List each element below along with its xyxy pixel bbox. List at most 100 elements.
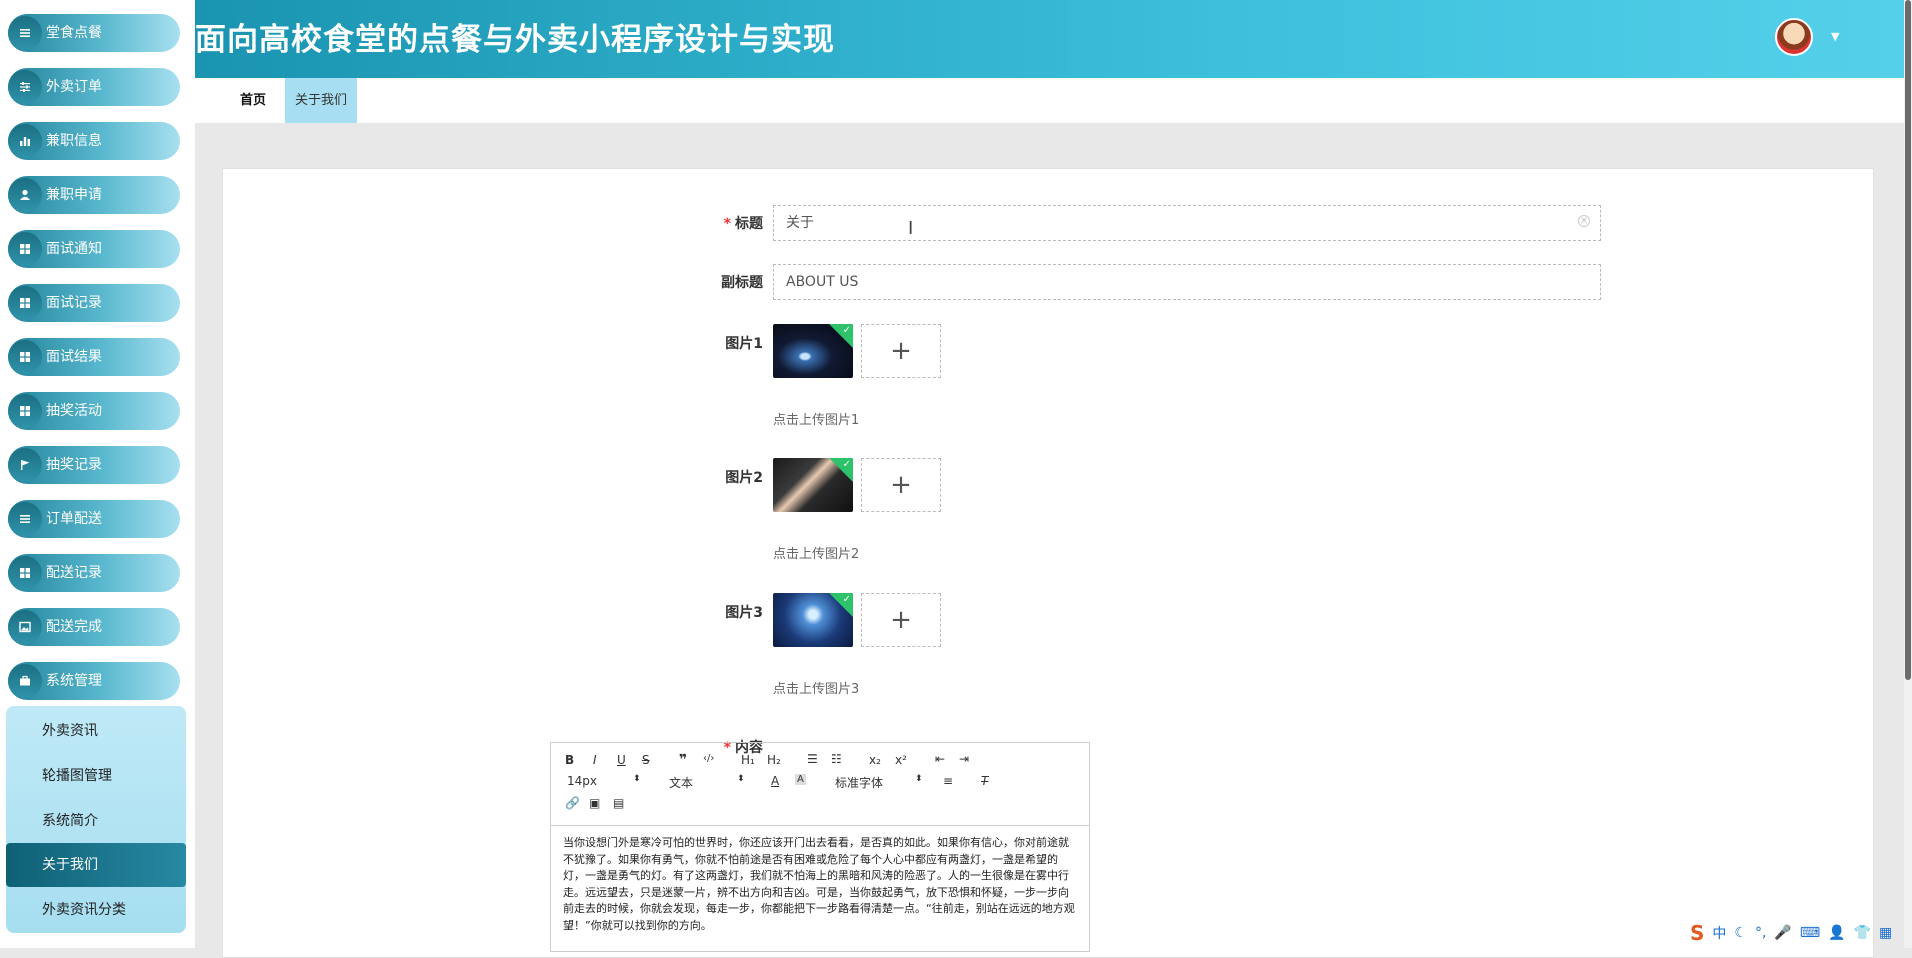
select-arrows-icon: ⬍ xyxy=(633,774,641,784)
sidebar-item-lottery-records[interactable]: 抽奖记录 xyxy=(8,446,180,484)
microphone-icon[interactable]: 🎤 xyxy=(1774,925,1791,941)
sidebar: 堂食点餐 外卖订单 兼职信息 兼职申请 面试通知 面试记录 面试结果 抽奖活动 … xyxy=(0,0,195,948)
h2-button[interactable]: H₂ xyxy=(767,753,781,767)
moon-icon[interactable]: ☾ xyxy=(1734,925,1747,941)
sidebar-item-interview-notice[interactable]: 面试通知 xyxy=(8,230,180,268)
clear-format-icon[interactable]: T xyxy=(981,774,988,788)
tab-bar: 首页 关于我们 xyxy=(195,78,1907,123)
sidebar-item-label: 系统管理 xyxy=(46,673,102,689)
grid-icon xyxy=(8,394,42,428)
sidebar-item-system-management[interactable]: 系统管理 xyxy=(8,662,180,700)
required-mark: * xyxy=(723,216,731,232)
ordered-list-icon[interactable]: ☰ xyxy=(807,752,818,766)
subtitle-input[interactable]: ABOUT US xyxy=(773,264,1601,300)
clear-icon[interactable]: × xyxy=(1578,215,1590,227)
image1-upload-button[interactable]: + xyxy=(861,324,941,378)
flag-icon xyxy=(8,448,42,482)
grid-icon xyxy=(8,340,42,374)
tab-home[interactable]: 首页 xyxy=(225,78,281,123)
font-color-icon[interactable]: A xyxy=(771,774,779,788)
align-icon[interactable]: ≡ xyxy=(943,774,953,788)
avatar[interactable] xyxy=(1775,18,1813,56)
code-block-button[interactable]: ‹/› xyxy=(703,753,714,764)
sidebar-item-order-delivery[interactable]: 订单配送 xyxy=(8,500,180,538)
sidebar-item-delivery-complete[interactable]: 配送完成 xyxy=(8,608,180,646)
editor-toolbar: B I U S ❞ ‹/› H₁ H₂ ☰ ☷ x₂ x² ⇤ ⇥ 14px ⬍… xyxy=(551,743,1089,826)
submenu-item-takeout-news[interactable]: 外卖资讯 xyxy=(6,709,186,753)
sidebar-item-takeout-orders[interactable]: 外卖订单 xyxy=(8,68,180,106)
image2-thumbnail[interactable]: ✓ xyxy=(773,458,853,512)
app-title: 面向高校食堂的点餐与外卖小程序设计与实现 xyxy=(195,22,835,58)
background-color-icon[interactable]: A xyxy=(795,774,806,785)
strike-button[interactable]: S xyxy=(642,753,650,767)
superscript-button[interactable]: x² xyxy=(895,753,907,767)
font-size-select[interactable]: 14px ⬍ xyxy=(567,774,641,788)
indent-icon[interactable]: ⇥ xyxy=(959,752,969,766)
check-icon: ✓ xyxy=(842,594,851,605)
subscript-button[interactable]: x₂ xyxy=(869,753,881,767)
image2-upload-button[interactable]: + xyxy=(861,458,941,512)
video-icon[interactable]: ▤ xyxy=(613,796,624,810)
tab-about-us[interactable]: 关于我们 xyxy=(285,78,357,123)
sidebar-item-delivery-records[interactable]: 配送记录 xyxy=(8,554,180,592)
sidebar-item-label: 兼职信息 xyxy=(46,133,102,149)
keyboard-icon[interactable]: ⌨ xyxy=(1800,925,1820,941)
title-input-value: 关于 xyxy=(786,215,814,231)
font-family-select[interactable]: 标准字体 ⬍ xyxy=(835,774,923,791)
submenu-item-carousel[interactable]: 轮播图管理 xyxy=(6,754,186,798)
blockquote-button[interactable]: ❞ xyxy=(679,752,687,768)
submenu-item-system-intro[interactable]: 系统简介 xyxy=(6,799,186,843)
grid-icon xyxy=(8,232,42,266)
scrollbar-thumb[interactable] xyxy=(1905,0,1911,680)
sidebar-item-label: 堂食点餐 xyxy=(46,25,102,41)
h1-button[interactable]: H₁ xyxy=(741,753,755,767)
submenu-item-news-category[interactable]: 外卖资讯分类 xyxy=(6,888,186,932)
sogou-logo-icon[interactable]: S xyxy=(1690,921,1704,945)
title-input[interactable]: 关于 Ι × xyxy=(773,205,1601,241)
caret-down-icon[interactable]: ▼ xyxy=(1831,30,1839,43)
sidebar-item-label: 面试记录 xyxy=(46,295,102,311)
sidebar-item-label: 配送完成 xyxy=(46,619,102,635)
sidebar-item-interview-records[interactable]: 面试记录 xyxy=(8,284,180,322)
sidebar-item-dine-in[interactable]: 堂食点餐 xyxy=(8,14,180,52)
plus-icon: + xyxy=(890,605,912,635)
sidebar-item-interview-results[interactable]: 面试结果 xyxy=(8,338,180,376)
bullet-list-icon[interactable]: ☷ xyxy=(831,752,842,766)
header-select[interactable]: 文本 ⬍ xyxy=(669,774,749,791)
sidebar-item-part-time-info[interactable]: 兼职信息 xyxy=(8,122,180,160)
header-select-value: 文本 xyxy=(669,776,694,790)
image3-upload-button[interactable]: + xyxy=(861,593,941,647)
sidebar-item-label: 抽奖活动 xyxy=(46,403,102,419)
sidebar-item-lottery-activity[interactable]: 抽奖活动 xyxy=(8,392,180,430)
title-label: * 标题 xyxy=(643,213,763,233)
image1-thumbnail[interactable]: ✓ xyxy=(773,324,853,378)
top-header: 面向高校食堂的点餐与外卖小程序设计与实现 ▼ xyxy=(195,0,1907,78)
submenu-item-about-us[interactable]: 关于我们 xyxy=(6,843,186,887)
image3-upload-hint: 点击上传图片3 xyxy=(773,682,860,697)
sidebar-item-label: 兼职申请 xyxy=(46,187,102,203)
sidebar-item-label: 外卖订单 xyxy=(46,79,102,95)
user-icon xyxy=(8,178,42,212)
image1-upload-hint: 点击上传图片1 xyxy=(773,413,860,428)
image-icon[interactable]: ▣ xyxy=(589,796,600,810)
punctuation-icon[interactable]: °, xyxy=(1755,925,1766,941)
link-icon[interactable]: 🔗 xyxy=(565,796,580,810)
shirt-icon[interactable]: 👕 xyxy=(1854,925,1871,941)
list-icon xyxy=(8,16,42,50)
title-label-text: 标题 xyxy=(735,216,763,232)
grid-icon[interactable]: ▦ xyxy=(1879,925,1892,941)
italic-button[interactable]: I xyxy=(593,753,597,767)
underline-button[interactable]: U xyxy=(617,753,626,767)
sidebar-item-part-time-apply[interactable]: 兼职申请 xyxy=(8,176,180,214)
page-scrollbar[interactable] xyxy=(1904,0,1912,948)
sidebar-item-label: 面试通知 xyxy=(46,241,102,257)
outdent-icon[interactable]: ⇤ xyxy=(935,752,945,766)
sliders-icon xyxy=(8,70,42,104)
user-icon[interactable]: 👤 xyxy=(1828,925,1845,941)
ime-mode[interactable]: 中 xyxy=(1712,923,1726,943)
sidebar-item-label: 抽奖记录 xyxy=(46,457,102,473)
image3-thumbnail[interactable]: ✓ xyxy=(773,593,853,647)
editor-content[interactable]: 当你设想门外是寒冷可怕的世界时，你还应该开门出去看看，是否真的如此。如果你有信心… xyxy=(563,835,1075,934)
image-icon xyxy=(8,610,42,644)
bold-button[interactable]: B xyxy=(565,753,574,767)
